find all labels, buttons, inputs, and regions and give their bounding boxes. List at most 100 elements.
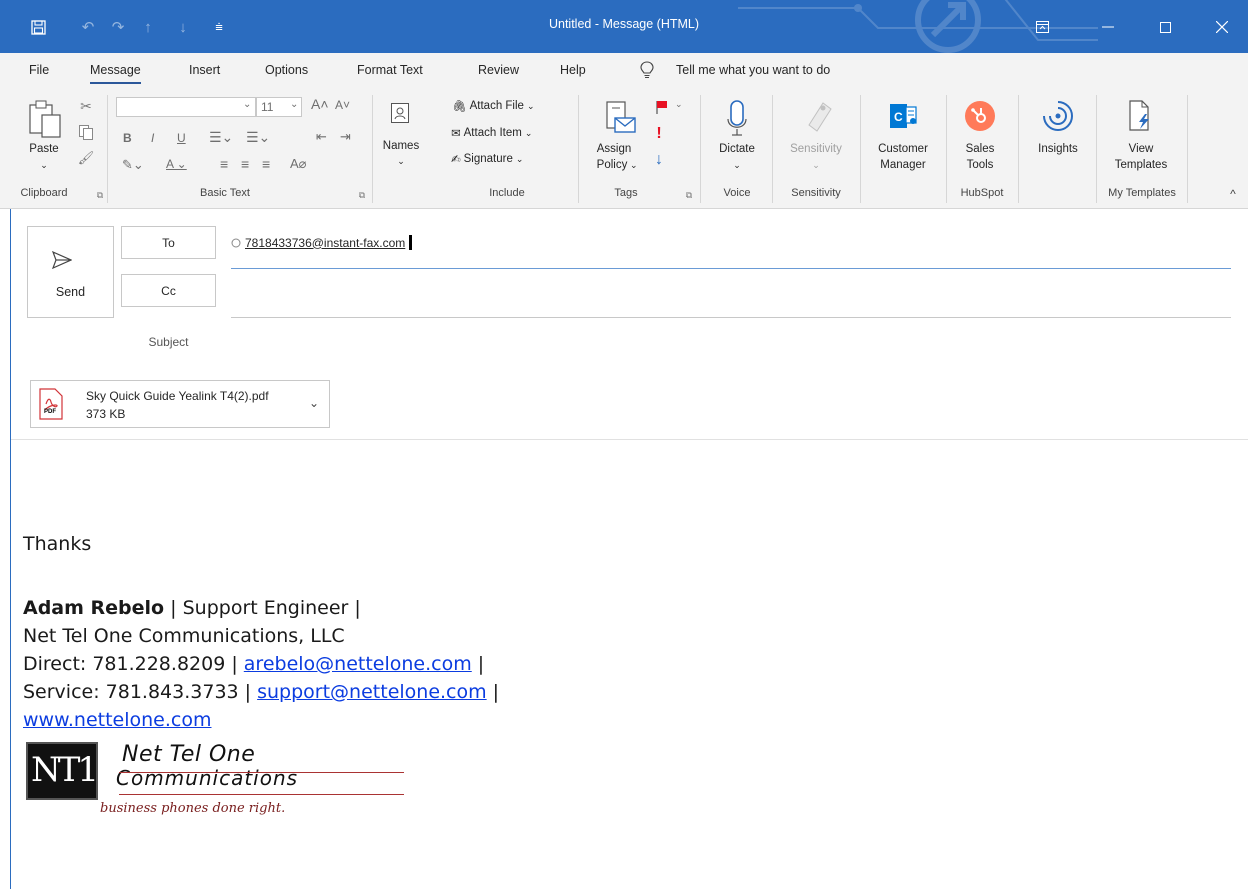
group-sensitivity-label: Sensitivity (791, 187, 841, 199)
names-button[interactable]: Names (378, 138, 424, 154)
attachment-card[interactable]: PDF Sky Quick Guide Yealink T4(2).pdf 37… (30, 380, 330, 428)
italic-icon[interactable]: I (151, 131, 154, 145)
sales-tools-label-1[interactable]: Sales (956, 141, 1004, 157)
low-importance-icon[interactable]: ↓ (651, 151, 667, 169)
sensitivity-dropdown-icon[interactable]: ⌄ (778, 157, 854, 173)
collapse-ribbon-icon[interactable]: ^ (1226, 187, 1240, 201)
logo-rule (119, 772, 404, 773)
clear-formatting-icon[interactable]: A⌀ (290, 156, 307, 172)
to-button[interactable]: To (121, 226, 216, 259)
copy-icon[interactable] (76, 123, 96, 141)
dictate-button[interactable]: Dictate (710, 141, 764, 157)
logo-nt1-mark: NT1 (26, 742, 99, 800)
flag-dropdown-icon[interactable]: ⌄ (675, 99, 683, 110)
bold-icon[interactable]: B (123, 131, 132, 145)
align-left-icon[interactable]: ≡ (220, 156, 228, 172)
signature-button[interactable]: ✍ Signature ⌄ (451, 152, 523, 166)
align-right-icon[interactable]: ≡ (262, 156, 270, 172)
decrease-indent-icon[interactable]: ⇤ (316, 129, 327, 145)
minimize-icon[interactable] (1088, 10, 1128, 44)
ribbon-display-icon[interactable] (1022, 10, 1062, 44)
recipient-status-icon (231, 238, 241, 247)
to-field[interactable]: 7818433736@instant-fax.com (231, 235, 413, 250)
tags-launcher-icon[interactable]: ⧉ (683, 189, 695, 201)
font-size-dropdown-icon[interactable]: ⌄ (290, 99, 298, 110)
to-recipient[interactable]: 7818433736@instant-fax.com (245, 236, 405, 250)
address-book-icon[interactable] (388, 101, 412, 125)
bullets-icon[interactable]: ☰⌄ (209, 129, 233, 146)
view-templates-label-2[interactable]: Templates (1104, 157, 1178, 173)
cut-icon[interactable]: ✂ (76, 97, 96, 115)
signature-website-line: www.nettelone.com (23, 709, 212, 731)
tab-options[interactable]: Options (265, 63, 308, 77)
basic-text-launcher-icon[interactable]: ⧉ (356, 189, 368, 201)
font-color-icon[interactable]: A ⌄ (166, 157, 187, 171)
ribbon-tabs: File Message Insert Options Format Text … (0, 53, 1248, 89)
tab-review[interactable]: Review (478, 63, 519, 77)
maximize-icon[interactable] (1145, 10, 1185, 44)
view-templates-icon[interactable] (1124, 99, 1158, 133)
signature-service-label: Service: 781.843.3733 | (23, 681, 258, 703)
insights-icon[interactable] (1040, 99, 1076, 133)
close-icon[interactable] (1202, 10, 1242, 44)
logo-line-2: Communications (116, 766, 299, 790)
customer-manager-icon[interactable]: C (886, 99, 920, 133)
cc-field-underline[interactable] (231, 317, 1231, 318)
sales-tools-label-2[interactable]: Tools (956, 157, 1004, 173)
attach-item-button[interactable]: ✉ Attach Item ⌄ (451, 126, 532, 140)
grow-font-icon[interactable]: A˄ (311, 96, 329, 112)
hubspot-icon[interactable] (963, 99, 997, 133)
attachment-menu-chevron-icon[interactable]: ⌄ (309, 396, 319, 410)
attach-file-button[interactable]: 🖇 Attach File ⌄ (452, 99, 534, 113)
send-button[interactable]: Send (27, 226, 114, 318)
service-email-link[interactable]: support@nettelone.com (257, 681, 487, 703)
cc-button[interactable]: Cc (121, 274, 216, 307)
sensitivity-button[interactable]: Sensitivity (778, 141, 854, 157)
website-link[interactable]: www.nettelone.com (23, 709, 212, 731)
direct-email-link[interactable]: arebelo@nettelone.com (244, 653, 472, 675)
sensitivity-icon[interactable] (800, 97, 834, 137)
signature-label: Signature (463, 153, 513, 165)
assign-policy-icon[interactable] (600, 99, 640, 139)
high-importance-icon[interactable]: ! (651, 125, 667, 143)
insights-button[interactable]: Insights (1030, 141, 1086, 157)
group-voice-label: Voice (723, 187, 751, 199)
view-templates-label-1[interactable]: View (1108, 141, 1174, 157)
assign-policy-label-2[interactable]: Policy (588, 157, 636, 173)
tab-message[interactable]: Message (90, 63, 141, 84)
clipboard-launcher-icon[interactable]: ⧉ (94, 189, 106, 201)
numbering-icon[interactable]: ☰⌄ (246, 129, 270, 146)
format-painter-icon[interactable]: 🖌 (76, 149, 96, 167)
assign-policy-dropdown-icon[interactable]: ⌄ (630, 157, 638, 173)
microphone-icon[interactable] (724, 97, 750, 141)
customer-manager-label-2[interactable]: Manager (866, 157, 940, 173)
underline-icon[interactable]: U (177, 131, 186, 145)
font-name-combo[interactable] (116, 97, 256, 117)
attach-item-label: Attach Item (463, 127, 522, 139)
shrink-font-icon[interactable]: A˅ (335, 98, 350, 112)
tab-format-text[interactable]: Format Text (357, 63, 423, 77)
logo-nt1-text: NT1 (31, 750, 99, 790)
increase-indent-icon[interactable]: ⇥ (340, 129, 351, 145)
signature-direct-tail: | (471, 653, 485, 675)
signature-title: | Support Engineer | (164, 597, 361, 619)
customer-manager-label-1[interactable]: Customer (866, 141, 940, 157)
signature-service-tail: | (486, 681, 500, 703)
assign-policy-label-1[interactable]: Assign (590, 141, 638, 157)
tell-me-search[interactable]: Tell me what you want to do (676, 63, 830, 77)
tab-help[interactable]: Help (560, 63, 586, 77)
tab-insert[interactable]: Insert (189, 63, 220, 77)
dictate-dropdown-icon[interactable]: ⌄ (710, 157, 764, 173)
paste-dropdown-icon[interactable]: ⌄ (22, 157, 66, 173)
align-center-icon[interactable]: ≡ (241, 156, 249, 172)
attach-file-dropdown-icon: ⌄ (526, 100, 535, 111)
pdf-icon: PDF (39, 388, 63, 423)
names-dropdown-icon[interactable]: ⌄ (378, 153, 424, 169)
flag-icon[interactable] (652, 99, 672, 115)
paste-button[interactable]: Paste (22, 141, 66, 157)
group-my-templates-label: My Templates (1108, 187, 1176, 199)
font-name-dropdown-icon[interactable]: ⌄ (243, 99, 251, 110)
tab-file[interactable]: File (29, 63, 49, 77)
highlight-icon[interactable]: ✎⌄ (122, 157, 144, 173)
paste-icon[interactable] (24, 99, 68, 139)
